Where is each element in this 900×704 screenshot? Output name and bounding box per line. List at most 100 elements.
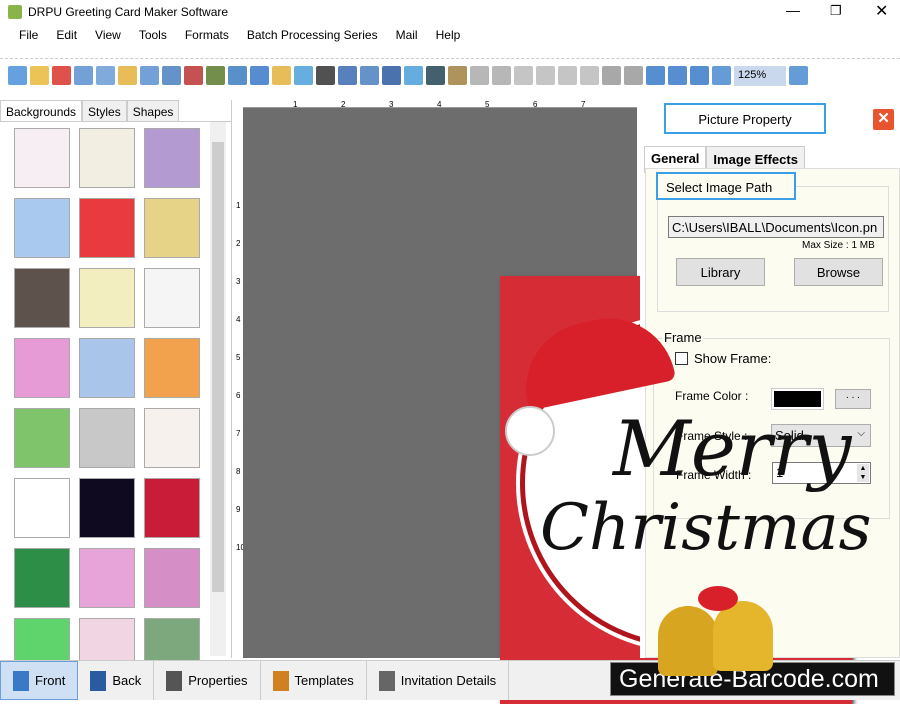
menu-mail[interactable]: Mail <box>387 24 427 46</box>
redo-icon[interactable] <box>492 66 511 85</box>
barcode-icon[interactable] <box>316 66 335 85</box>
image-icon[interactable] <box>228 66 247 85</box>
crop-icon[interactable] <box>206 66 225 85</box>
shape-icon[interactable] <box>272 66 291 85</box>
scrollbar-thumb[interactable] <box>212 142 224 592</box>
email-icon[interactable] <box>404 66 423 85</box>
maximize-button[interactable]: ❐ <box>830 3 842 19</box>
zoom-level-select[interactable]: 125% <box>734 65 786 86</box>
library-button[interactable]: Library <box>676 258 765 286</box>
background-thumbnail[interactable] <box>79 268 135 328</box>
properties-icon[interactable] <box>140 66 159 85</box>
background-thumbnail[interactable] <box>79 408 135 468</box>
close-panel-button[interactable]: ✕ <box>873 109 894 130</box>
front-icon[interactable] <box>624 66 643 85</box>
open-icon[interactable] <box>30 66 49 85</box>
menu-tools[interactable]: Tools <box>130 24 176 46</box>
menu-view[interactable]: View <box>86 24 130 46</box>
tab-label: Templates <box>294 673 354 688</box>
background-thumbnail[interactable] <box>14 268 70 328</box>
save-as-icon[interactable] <box>96 66 115 85</box>
back-icon[interactable] <box>602 66 621 85</box>
layers-icon[interactable] <box>184 66 203 85</box>
tab-shapes[interactable]: Shapes <box>126 100 180 121</box>
show-frame-checkbox[interactable] <box>675 352 688 365</box>
background-thumbnail[interactable] <box>79 338 135 398</box>
grid-icon[interactable] <box>646 66 665 85</box>
card-text-merry[interactable]: Merry <box>613 404 851 493</box>
minimize-button[interactable]: — <box>786 2 800 18</box>
menu-bar: File Edit View Tools Formats Batch Processing… <box>0 24 900 46</box>
background-thumbnail[interactable] <box>144 268 200 328</box>
chevron-down-icon: ⌵ <box>857 428 865 439</box>
print-icon[interactable] <box>162 66 181 85</box>
delete-icon[interactable] <box>580 66 599 85</box>
image-path-input[interactable]: C:\Users\IBALL\Documents\Icon.pn <box>668 216 884 238</box>
text-icon[interactable] <box>338 66 357 85</box>
background-thumbnail[interactable] <box>79 198 135 258</box>
background-thumbnail[interactable] <box>79 128 135 188</box>
background-thumbnail[interactable] <box>14 338 70 398</box>
tab-label: Front <box>35 673 66 688</box>
tab-backgrounds[interactable]: Backgrounds <box>0 100 83 121</box>
background-thumbnail[interactable] <box>144 408 200 468</box>
wordart-icon[interactable] <box>360 66 379 85</box>
background-thumbnail[interactable] <box>144 548 200 608</box>
background-thumbnail[interactable] <box>79 478 135 538</box>
background-thumbnail[interactable] <box>14 408 70 468</box>
new-icon[interactable] <box>8 66 27 85</box>
menu-edit[interactable]: Edit <box>47 24 86 46</box>
menu-help[interactable]: Help <box>427 24 470 46</box>
save-icon[interactable] <box>74 66 93 85</box>
image-path-group-label: Select Image Path <box>656 172 796 200</box>
menu-file[interactable]: File <box>10 24 47 46</box>
background-thumbnail[interactable] <box>14 198 70 258</box>
paste-icon[interactable] <box>558 66 577 85</box>
front-icon <box>13 670 29 691</box>
close-icon[interactable] <box>52 66 71 85</box>
background-thumbnail[interactable] <box>144 128 200 188</box>
ruler-tick: 5 <box>236 353 241 362</box>
database-icon[interactable] <box>448 66 467 85</box>
window-title: DRPU Greeting Card Maker Software <box>28 5 229 19</box>
design-canvas[interactable]: Merry Christmas <box>243 108 872 704</box>
line-icon[interactable] <box>426 66 445 85</box>
card-text-christmas[interactable]: Christmas <box>540 491 872 565</box>
vertical-ruler: 1 2 3 4 5 6 7 8 9 10 <box>236 108 245 658</box>
background-thumbnail[interactable] <box>14 128 70 188</box>
ruler-icon[interactable] <box>294 66 313 85</box>
app-icon <box>8 5 22 19</box>
ruler-tick: 7 <box>236 429 241 438</box>
background-thumbnail[interactable] <box>14 478 70 538</box>
background-thumbnail[interactable] <box>144 338 200 398</box>
menu-batch-processing-series[interactable]: Batch Processing Series <box>238 24 387 46</box>
zoom-out-icon[interactable] <box>789 66 808 85</box>
ruler-tick: 9 <box>236 505 241 514</box>
background-thumbnail[interactable] <box>79 548 135 608</box>
pen-icon[interactable] <box>250 66 269 85</box>
export-icon[interactable] <box>118 66 137 85</box>
close-button[interactable]: ✕ <box>875 1 888 21</box>
tab-templates[interactable]: Templates <box>261 661 367 700</box>
vertical-scrollbar[interactable] <box>210 122 226 656</box>
fit-icon[interactable] <box>690 66 709 85</box>
cut-icon[interactable] <box>514 66 533 85</box>
tab-invitation-details[interactable]: Invitation Details <box>367 661 510 700</box>
tab-properties[interactable]: Properties <box>154 661 261 700</box>
background-thumbnail[interactable] <box>14 548 70 608</box>
browse-button[interactable]: Browse <box>794 258 883 286</box>
background-thumbnail[interactable] <box>144 478 200 538</box>
actual-size-icon[interactable] <box>668 66 687 85</box>
undo-icon[interactable] <box>470 66 489 85</box>
ruler-tick: 1 <box>236 201 241 210</box>
signature-icon[interactable] <box>382 66 401 85</box>
menu-formats[interactable]: Formats <box>176 24 238 46</box>
tab-front[interactable]: Front <box>0 661 79 700</box>
background-thumbnail[interactable] <box>144 198 200 258</box>
bells-image[interactable] <box>658 586 778 681</box>
spinner-arrows-icon[interactable]: ▲ ▼ <box>857 464 869 482</box>
tab-styles[interactable]: Styles <box>82 100 127 121</box>
zoom-in-icon[interactable] <box>712 66 731 85</box>
tab-back[interactable]: Back <box>78 661 155 700</box>
copy-icon[interactable] <box>536 66 555 85</box>
